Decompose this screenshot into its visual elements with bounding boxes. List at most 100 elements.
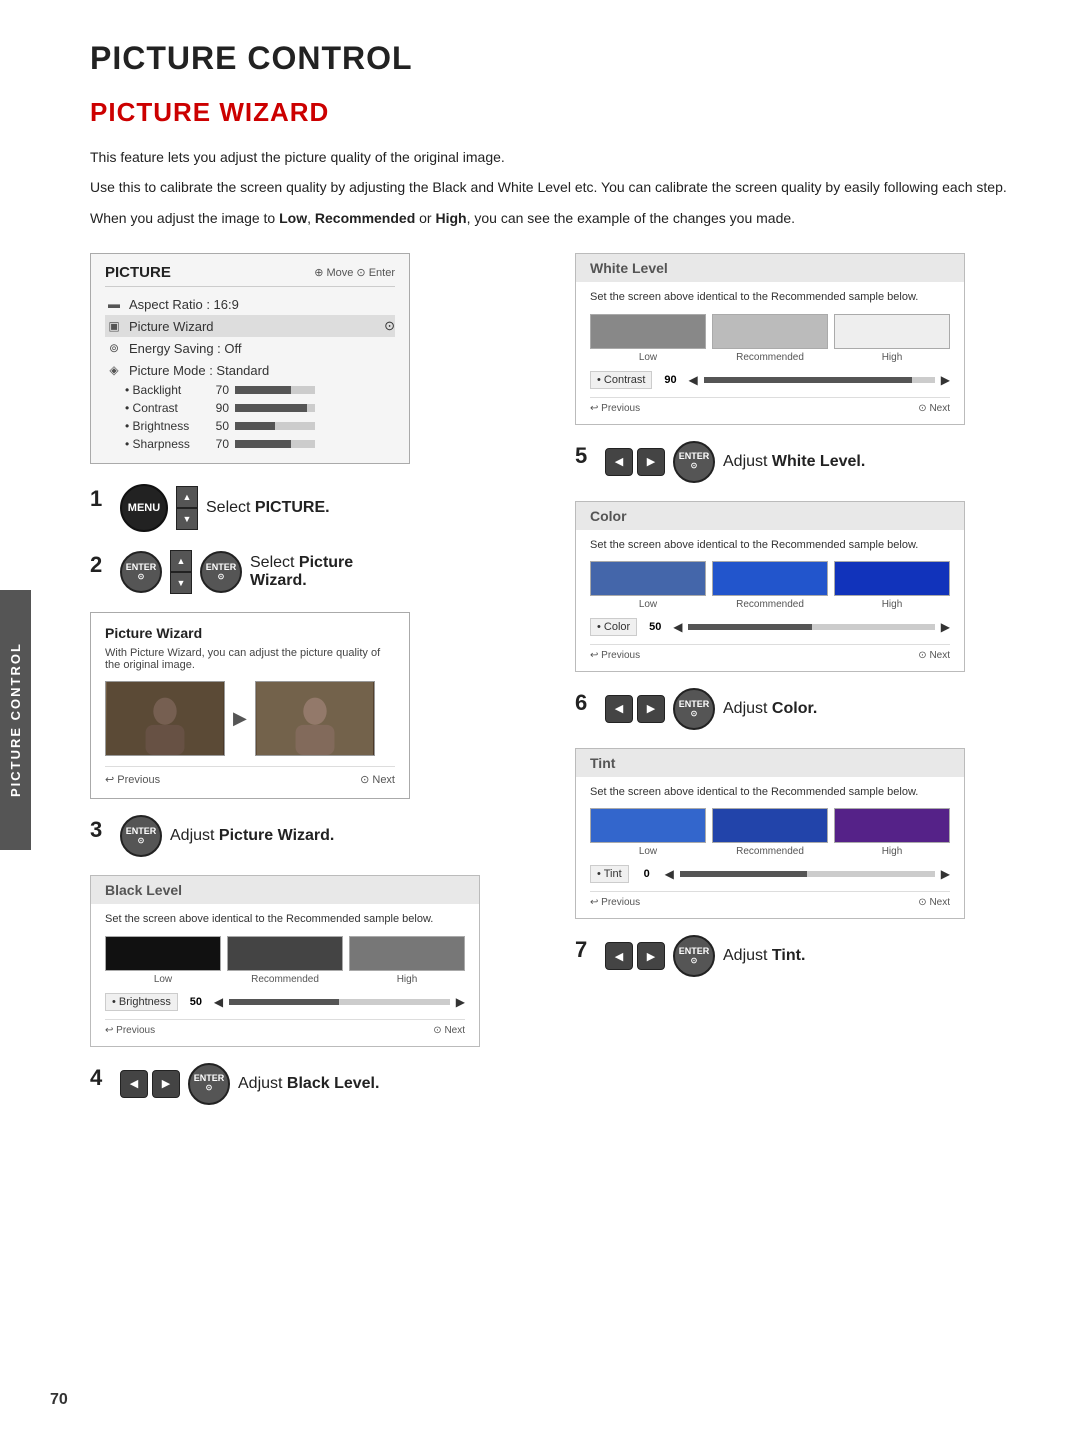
menu-row-wizard: ▣ Picture Wizard ⊙	[105, 315, 395, 337]
wl-left-arrow[interactable]: ◀	[688, 373, 697, 387]
step7-left-btn[interactable]: ◀	[605, 942, 633, 970]
black-level-desc: Set the screen above identical to the Re…	[105, 912, 465, 927]
black-level-swatches: Low Recommended High	[105, 936, 465, 985]
wl-next-icon: ⊙	[918, 403, 926, 414]
menu-row-aspect: ▬ Aspect Ratio : 16:9	[105, 293, 395, 315]
tint-swatches: Low Recommended High	[590, 808, 950, 857]
step5-left-btn[interactable]: ◀	[605, 448, 633, 476]
tint-right-arrow[interactable]: ▶	[941, 867, 950, 881]
sub-row-brightness: • Brightness 50	[105, 417, 395, 435]
wl-swatch-low: Low	[590, 314, 706, 363]
brightness-bar-fill	[229, 999, 339, 1005]
color-left-arrow[interactable]: ◀	[673, 620, 682, 634]
intro-line1: This feature lets you adjust the picture…	[90, 146, 1030, 168]
wizard-badge: ⊙	[384, 318, 395, 334]
enter-button-6[interactable]: ENTER⊙	[673, 688, 715, 730]
color-nav-prev: ↩ Previous	[590, 650, 640, 661]
brightness-bar	[235, 422, 315, 430]
color-title: Color	[576, 502, 964, 530]
white-level-panel: White Level Set the screen above identic…	[575, 253, 965, 424]
color-control: • Color 50 ◀ ▶	[590, 618, 950, 636]
brightness-value: 50	[184, 996, 208, 1008]
wizard-panel-desc: With Picture Wizard, you can adjust the …	[105, 647, 395, 671]
sharpness-bar	[235, 440, 315, 448]
step5-right-btn[interactable]: ▶	[637, 448, 665, 476]
intro-line3: When you adjust the image to Low, Recomm…	[90, 207, 1030, 229]
tint-prev-icon: ↩	[590, 897, 598, 908]
white-level-control: • Contrast 90 ◀ ▶	[590, 371, 950, 389]
step-5-text: Adjust White Level.	[723, 453, 865, 471]
black-level-control: • Brightness 50 ◀ ▶	[105, 993, 465, 1011]
color-nav-next: ⊙ Next	[918, 650, 950, 661]
step7-right-btn[interactable]: ▶	[637, 942, 665, 970]
tint-swatch-high: High	[834, 808, 950, 857]
left-arrow-btn[interactable]: ◀	[214, 995, 223, 1009]
color-nav: ↩ Previous ⊙ Next	[590, 644, 950, 661]
tint-desc: Set the screen above identical to the Re…	[590, 785, 950, 800]
color-panel: Color Set the screen above identical to …	[575, 501, 965, 672]
right-arrow-btn[interactable]: ▶	[456, 995, 465, 1009]
wizard-panel: Picture Wizard With Picture Wizard, you …	[90, 612, 410, 799]
enter-button-7[interactable]: ENTER⊙	[673, 935, 715, 977]
prev-icon: ↩	[105, 774, 114, 786]
color-swatch-low: Low	[590, 561, 706, 610]
swatch-tint-low	[590, 808, 706, 843]
dpad-up-2[interactable]: ▲	[170, 550, 192, 572]
contrast-label: • Contrast	[590, 371, 652, 389]
step6-right-btn[interactable]: ▶	[637, 695, 665, 723]
contrast-control-bar	[704, 377, 935, 383]
wizard-img-before	[105, 681, 225, 756]
wizard-nav: ↩ Previous ⊙ Next	[105, 766, 395, 786]
enter-icon: ⊙	[356, 267, 365, 279]
step-2-text: Select PictureWizard.	[250, 554, 353, 590]
tint-control: • Tint 0 ◀ ▶	[590, 865, 950, 883]
color-right-arrow[interactable]: ▶	[941, 620, 950, 634]
sub-row-sharpness: • Sharpness 70	[105, 435, 395, 453]
menu-button[interactable]: MENU	[120, 484, 168, 532]
swatch-white-high	[834, 314, 950, 349]
step-6-text: Adjust Color.	[723, 700, 817, 718]
wizard-icon: ▣	[105, 317, 123, 335]
black-level-nav: ↩ Previous ⊙ Next	[105, 1019, 465, 1036]
step-3-num: 3	[90, 817, 110, 843]
enter-button-3[interactable]: ENTER⊙	[120, 815, 162, 857]
black-level-title: Black Level	[91, 876, 479, 904]
tint-nav-prev: ↩ Previous	[590, 897, 640, 908]
dpad-2: ▲ ▼	[170, 550, 192, 594]
tint-nav: ↩ Previous ⊙ Next	[590, 891, 950, 908]
dpad-up[interactable]: ▲	[176, 486, 198, 508]
wl-prev-icon: ↩	[590, 403, 598, 414]
right-btn[interactable]: ▶	[152, 1070, 180, 1098]
color-swatch-rec: Recommended	[712, 561, 828, 610]
swatch-black-high	[349, 936, 465, 971]
step-6-num: 6	[575, 690, 595, 716]
color-swatches: Low Recommended High	[590, 561, 950, 610]
tint-left-arrow[interactable]: ◀	[665, 867, 674, 881]
menu-row-energy: ⊚ Energy Saving : Off	[105, 337, 395, 359]
white-level-title: White Level	[576, 254, 964, 282]
dpad-down-2[interactable]: ▼	[170, 572, 192, 594]
enter-button-4[interactable]: ENTER⊙	[188, 1063, 230, 1105]
step-7-text: Adjust Tint.	[723, 947, 805, 965]
wizard-nav-prev: ↩ Previous	[105, 773, 160, 786]
step-1: 1 MENU ▲ ▼ Select PICTURE.	[90, 484, 545, 532]
wl-nav-prev: ↩ Previous	[590, 403, 640, 414]
contrast-bar-fill	[704, 377, 912, 383]
enter-button-5[interactable]: ENTER⊙	[673, 441, 715, 483]
brightness-control-bar	[229, 999, 450, 1005]
wl-right-arrow[interactable]: ▶	[941, 373, 950, 387]
intro-line2: Use this to calibrate the screen quality…	[90, 176, 1030, 198]
step-5: 5 ◀ ▶ ENTER⊙ Adjust White Level.	[575, 441, 1030, 483]
mode-icon: ◈	[105, 361, 123, 379]
left-btn[interactable]: ◀	[120, 1070, 148, 1098]
enter-button-1[interactable]: ENTER⊙	[120, 551, 162, 593]
color-desc: Set the screen above identical to the Re…	[590, 538, 950, 553]
step-4-num: 4	[90, 1065, 110, 1091]
step6-left-btn[interactable]: ◀	[605, 695, 633, 723]
menu-mockup: PICTURE ⊕ Move ⊙ Enter ▬ Aspect Ratio : …	[90, 253, 410, 464]
dpad-down[interactable]: ▼	[176, 508, 198, 530]
backlight-bar	[235, 386, 315, 394]
tint-nav-next: ⊙ Next	[918, 897, 950, 908]
move-icon: ⊕	[314, 267, 323, 279]
enter-button-2[interactable]: ENTER⊙	[200, 551, 242, 593]
